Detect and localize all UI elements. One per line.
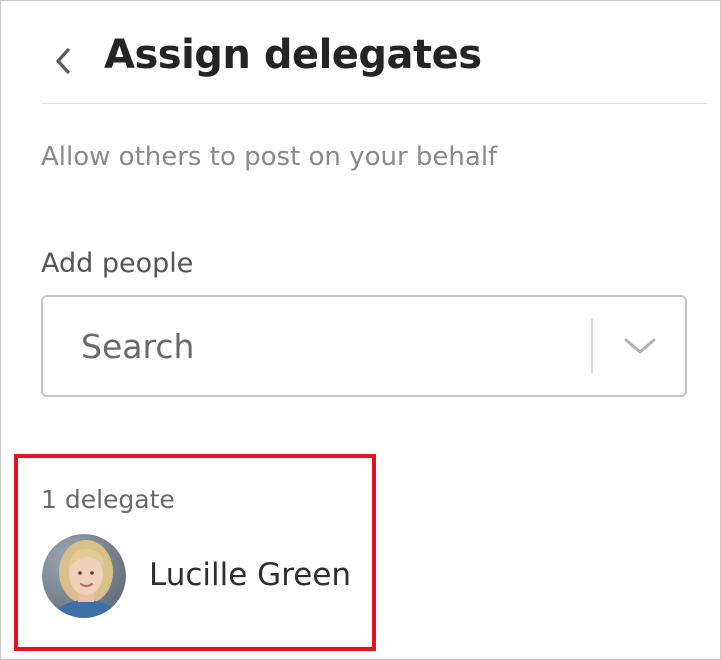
delegate-list-item[interactable]: Lucille Green xyxy=(40,534,360,620)
dropdown-button[interactable] xyxy=(609,317,671,375)
page-title: Assign delegates xyxy=(104,32,482,78)
avatar xyxy=(42,534,126,618)
panel-header: Assign delegates xyxy=(41,21,707,104)
delegate-count: 1 delegate xyxy=(41,485,175,514)
search-input[interactable] xyxy=(81,321,581,371)
add-people-label: Add people xyxy=(41,248,194,279)
assign-delegates-panel: Assign delegates Allow others to post on… xyxy=(0,0,721,660)
people-search-combobox[interactable] xyxy=(41,295,687,397)
chevron-left-icon xyxy=(56,48,70,74)
chevron-down-icon xyxy=(624,338,656,354)
page-subtitle: Allow others to post on your behalf xyxy=(41,142,498,172)
delegate-name: Lucille Green xyxy=(149,557,352,593)
search-divider xyxy=(591,319,593,373)
back-button[interactable] xyxy=(49,37,79,77)
delegates-section: 1 delegate Lucille Green xyxy=(14,454,376,651)
